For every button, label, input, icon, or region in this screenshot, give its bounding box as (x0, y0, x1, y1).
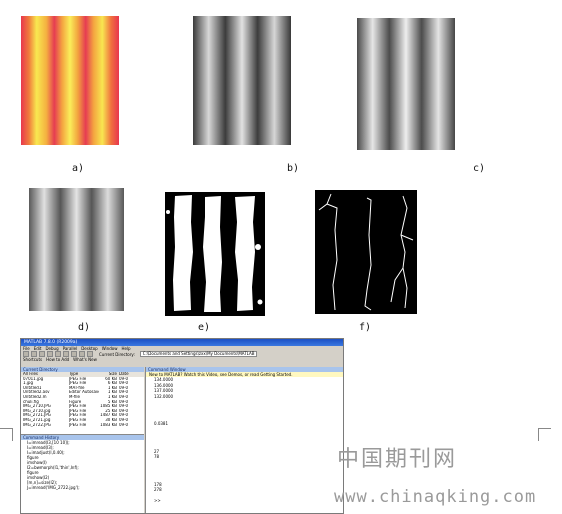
corner-mark-left (0, 428, 13, 441)
file-cell: 09-0 (119, 422, 129, 427)
menu-window[interactable]: Window (102, 346, 118, 351)
command-output-line: >> (154, 498, 161, 503)
panel-e-binary-image (165, 192, 265, 316)
current-directory-input[interactable]: C:\Documents and Settings\zxx\My Documen… (139, 351, 258, 357)
file-cell: JPEG File (69, 422, 87, 427)
panel-c-enhanced-image (357, 18, 455, 150)
caption-d: d) (78, 322, 91, 333)
file-row[interactable]: IMG_2722.JPG JPEG File 1083 KB 09-0 (21, 423, 144, 428)
menu-help[interactable]: Help (121, 346, 130, 351)
how-to-add-link[interactable]: How to Add (46, 357, 69, 362)
caption-f: f) (359, 322, 372, 333)
current-directory-label: Current Directory: (99, 351, 135, 357)
file-cell: 1083 KB (100, 422, 117, 427)
command-history-list: I=imread(I3,[10 10]); I=imread(I3); I=imad… (21, 440, 144, 513)
corner-mark-right (538, 428, 551, 441)
file-rows: 07011.jpg JPEG File 60 KB 09-0 1.jpg JPEG Fil… (21, 377, 144, 428)
shortcuts-bar: Shortcuts How to Add What's New (21, 357, 343, 362)
matlab-left-panes: Current Directory All Files Type Size Da… (21, 367, 144, 513)
command-window-output: 134.0000 136.0000 137.0000 132.0000 0.0381 27… (146, 377, 343, 504)
file-browser-table: All Files Type Size Date 07011.jpg JPEG F… (21, 372, 144, 435)
shortcuts-link[interactable]: Shortcuts (23, 357, 42, 362)
caption-c: c) (473, 163, 486, 174)
panel-f-skeleton-image (315, 190, 417, 314)
watermark-chinese: 中国期刊网 (337, 447, 458, 472)
panel-d-smoothed-image (29, 188, 124, 311)
caption-e: e) (198, 322, 211, 333)
command-window[interactable]: Command Window New to MATLAB? Watch this… (145, 367, 343, 513)
caption-a: a) (72, 163, 85, 174)
file-cell: IMG_2722.JPG (23, 422, 51, 427)
matlab-window: MATLAB 7.8.0 (R2009a) File Edit Debug Pa… (20, 338, 344, 514)
caption-b: b) (287, 163, 300, 174)
panel-a-thermal-image (21, 16, 119, 145)
watermark-url: www.chinaqking.com (334, 487, 537, 507)
panel-b-grayscale-image (193, 16, 291, 145)
history-entry[interactable]: J=imread('IMG_2722.jpg'); (27, 485, 144, 490)
whats-new-link[interactable]: What's New (73, 357, 97, 362)
matlab-title-bar: MATLAB 7.8.0 (R2009a) (21, 339, 343, 346)
